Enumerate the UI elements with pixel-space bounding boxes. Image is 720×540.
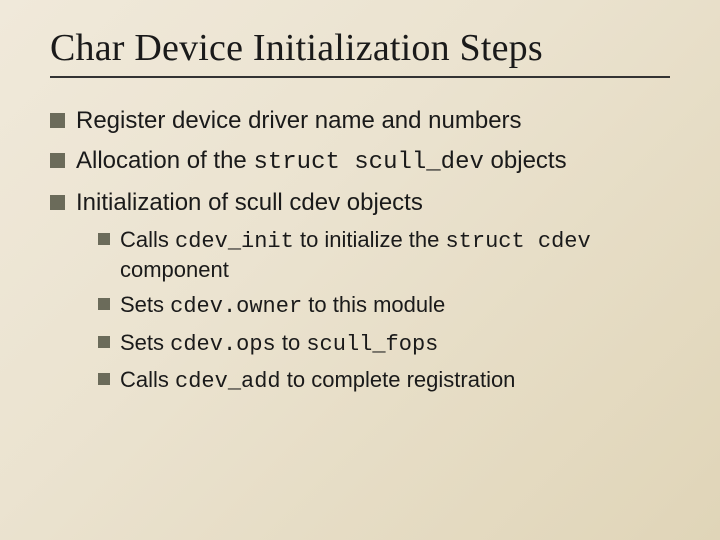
bullet-text-fragment: to complete registration: [281, 367, 516, 392]
bullet-item: Initialization of scull cdev objects Cal…: [50, 188, 680, 396]
bullet-text-fragment: Calls: [120, 227, 175, 252]
code-text: struct scull_dev: [253, 149, 483, 176]
bullet-text-fragment: to initialize the: [294, 227, 446, 252]
bullet-text-fragment: Allocation of the: [76, 147, 253, 174]
bullet-item: Allocation of the struct scull_dev objec…: [50, 146, 680, 178]
bullet-text-fragment: to this module: [302, 292, 445, 317]
slide-title: Char Device Initialization Steps: [50, 26, 680, 70]
code-text: cdev.owner: [170, 294, 302, 319]
code-text: cdev.ops: [170, 332, 276, 357]
bullet-text: Initialization of scull cdev objects: [76, 189, 423, 216]
code-text: cdev_add: [175, 369, 281, 394]
sub-bullet-item: Calls cdev_add to complete registration: [98, 366, 680, 396]
code-text: scull_fops: [306, 332, 438, 357]
bullet-text-fragment: Calls: [120, 367, 175, 392]
bullet-text-fragment: Sets: [120, 292, 170, 317]
bullet-text-fragment: component: [120, 257, 229, 282]
bullet-text: Register device driver name and numbers: [76, 107, 522, 134]
code-text: cdev_init: [175, 229, 294, 254]
sub-bullet-item: Sets cdev.owner to this module: [98, 291, 680, 321]
code-text: struct cdev: [445, 229, 590, 254]
main-bullet-list: Register device driver name and numbers …: [50, 106, 680, 396]
bullet-text-fragment: Sets: [120, 330, 170, 355]
sub-bullet-list: Calls cdev_init to initialize the struct…: [98, 226, 680, 396]
sub-bullet-item: Sets cdev.ops to scull_fops: [98, 329, 680, 359]
bullet-text-fragment: to: [276, 330, 307, 355]
bullet-text-fragment: objects: [484, 147, 567, 174]
bullet-item: Register device driver name and numbers: [50, 106, 680, 136]
title-underline: [50, 76, 670, 78]
sub-bullet-item: Calls cdev_init to initialize the struct…: [98, 226, 680, 283]
